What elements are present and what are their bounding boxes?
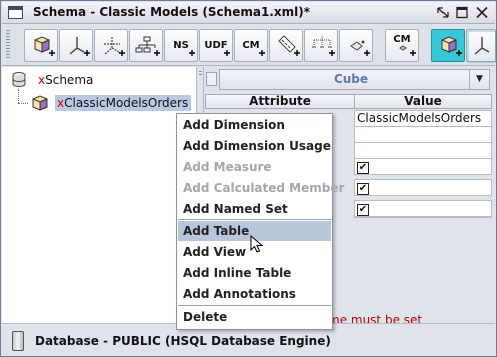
add-property-button[interactable] (339, 29, 373, 62)
menu-item-add-measure: Add Measure (183, 160, 272, 174)
schema-tree[interactable]: xSchema xClassicModelsOrders (2, 67, 197, 323)
context-menu: Add Dimension Add Dimension Usage Add Me… (176, 113, 345, 330)
dimension-usage-add-icon (104, 37, 125, 56)
value-cell[interactable]: ✔ (354, 158, 492, 175)
object-type-dropdown[interactable]: ▼ (469, 69, 490, 90)
tree-connector (18, 89, 19, 103)
table-bottom-rule (354, 217, 492, 218)
value-cell[interactable]: ✔ (354, 179, 492, 196)
add-virtual-cube-button[interactable] (431, 29, 465, 62)
checkbox[interactable]: ✔ (357, 183, 369, 195)
menu-item-add-dimension[interactable]: Add Dimension (178, 115, 331, 135)
level-add-icon (312, 36, 335, 56)
value-column-header[interactable]: Value (354, 94, 492, 109)
value-cell[interactable]: ✔ (354, 200, 492, 217)
checkbox[interactable]: ✔ (357, 162, 369, 174)
object-type-header: Cube (219, 69, 483, 90)
tree-node-schema-label: Schema (45, 73, 94, 87)
schema-window: Schema - Classic Models (Schema1.xml)* N… (0, 0, 497, 357)
virtual-cube-icon (441, 36, 462, 56)
role-icon (467, 30, 497, 63)
cube-icon (32, 95, 48, 111)
hierarchy-add-icon (135, 36, 160, 56)
connection-status: Database - PUBLIC (HSQL Database Engine) (35, 334, 331, 348)
property-add-icon (350, 40, 370, 56)
menu-separator (178, 219, 331, 220)
menu-item-add-annotations[interactable]: Add Annotations (178, 284, 331, 304)
database-icon (12, 72, 26, 88)
toolbar: NS UDF CM CM (2, 25, 497, 66)
value-cell-name[interactable]: ClassicModelsOrders (354, 110, 492, 127)
add-level-button[interactable] (304, 29, 338, 62)
window-icon (8, 6, 23, 19)
add-dimension-usage-button[interactable] (94, 29, 128, 62)
measure-add-icon (278, 35, 300, 56)
table-corner (206, 72, 217, 86)
add-named-set-button[interactable]: NS (164, 29, 198, 62)
toolbar-grip[interactable] (6, 30, 10, 60)
value-cell[interactable] (354, 126, 492, 143)
menu-item-add-inline-table[interactable]: Add Inline Table (178, 263, 331, 283)
close-icon[interactable] (474, 5, 490, 20)
tree-node-cube-label: ClassicModelsOrders (64, 96, 189, 110)
cube-add-icon (34, 36, 55, 56)
menu-item-add-named-set[interactable]: Add Named Set (178, 199, 331, 219)
add-dimension-button[interactable] (59, 29, 93, 62)
add-udf-button[interactable]: UDF (199, 29, 233, 62)
mouse-pointer-icon (250, 235, 264, 253)
restore-icon[interactable] (435, 5, 451, 20)
menu-item-add-calculated-member: Add Calculated Member (183, 181, 345, 195)
add-cube-calc-member-button[interactable]: CM (385, 29, 419, 62)
add-role-button[interactable] (466, 29, 497, 63)
checkbox[interactable]: ✔ (357, 204, 369, 216)
divider-grip (199, 71, 202, 77)
add-hierarchy-button[interactable] (129, 29, 163, 62)
add-calculated-member-button[interactable]: CM (234, 29, 268, 62)
database-icon (12, 331, 24, 351)
value-cell[interactable] (354, 142, 492, 159)
attribute-column-header[interactable]: Attribute (205, 94, 355, 109)
tree-connector (18, 103, 28, 104)
menu-separator (178, 305, 331, 306)
add-cube-button[interactable] (24, 29, 58, 62)
dimension-add-icon (69, 37, 90, 56)
menu-item-add-dimension-usage[interactable]: Add Dimension Usage (178, 136, 331, 156)
window-title: Schema - Classic Models (Schema1.xml)* (33, 5, 310, 19)
add-measure-button[interactable] (269, 29, 303, 62)
menu-item-delete[interactable]: Delete (178, 307, 331, 327)
title-bar[interactable]: Schema - Classic Models (Schema1.xml)* (2, 2, 495, 24)
maximize-icon[interactable] (454, 5, 470, 20)
